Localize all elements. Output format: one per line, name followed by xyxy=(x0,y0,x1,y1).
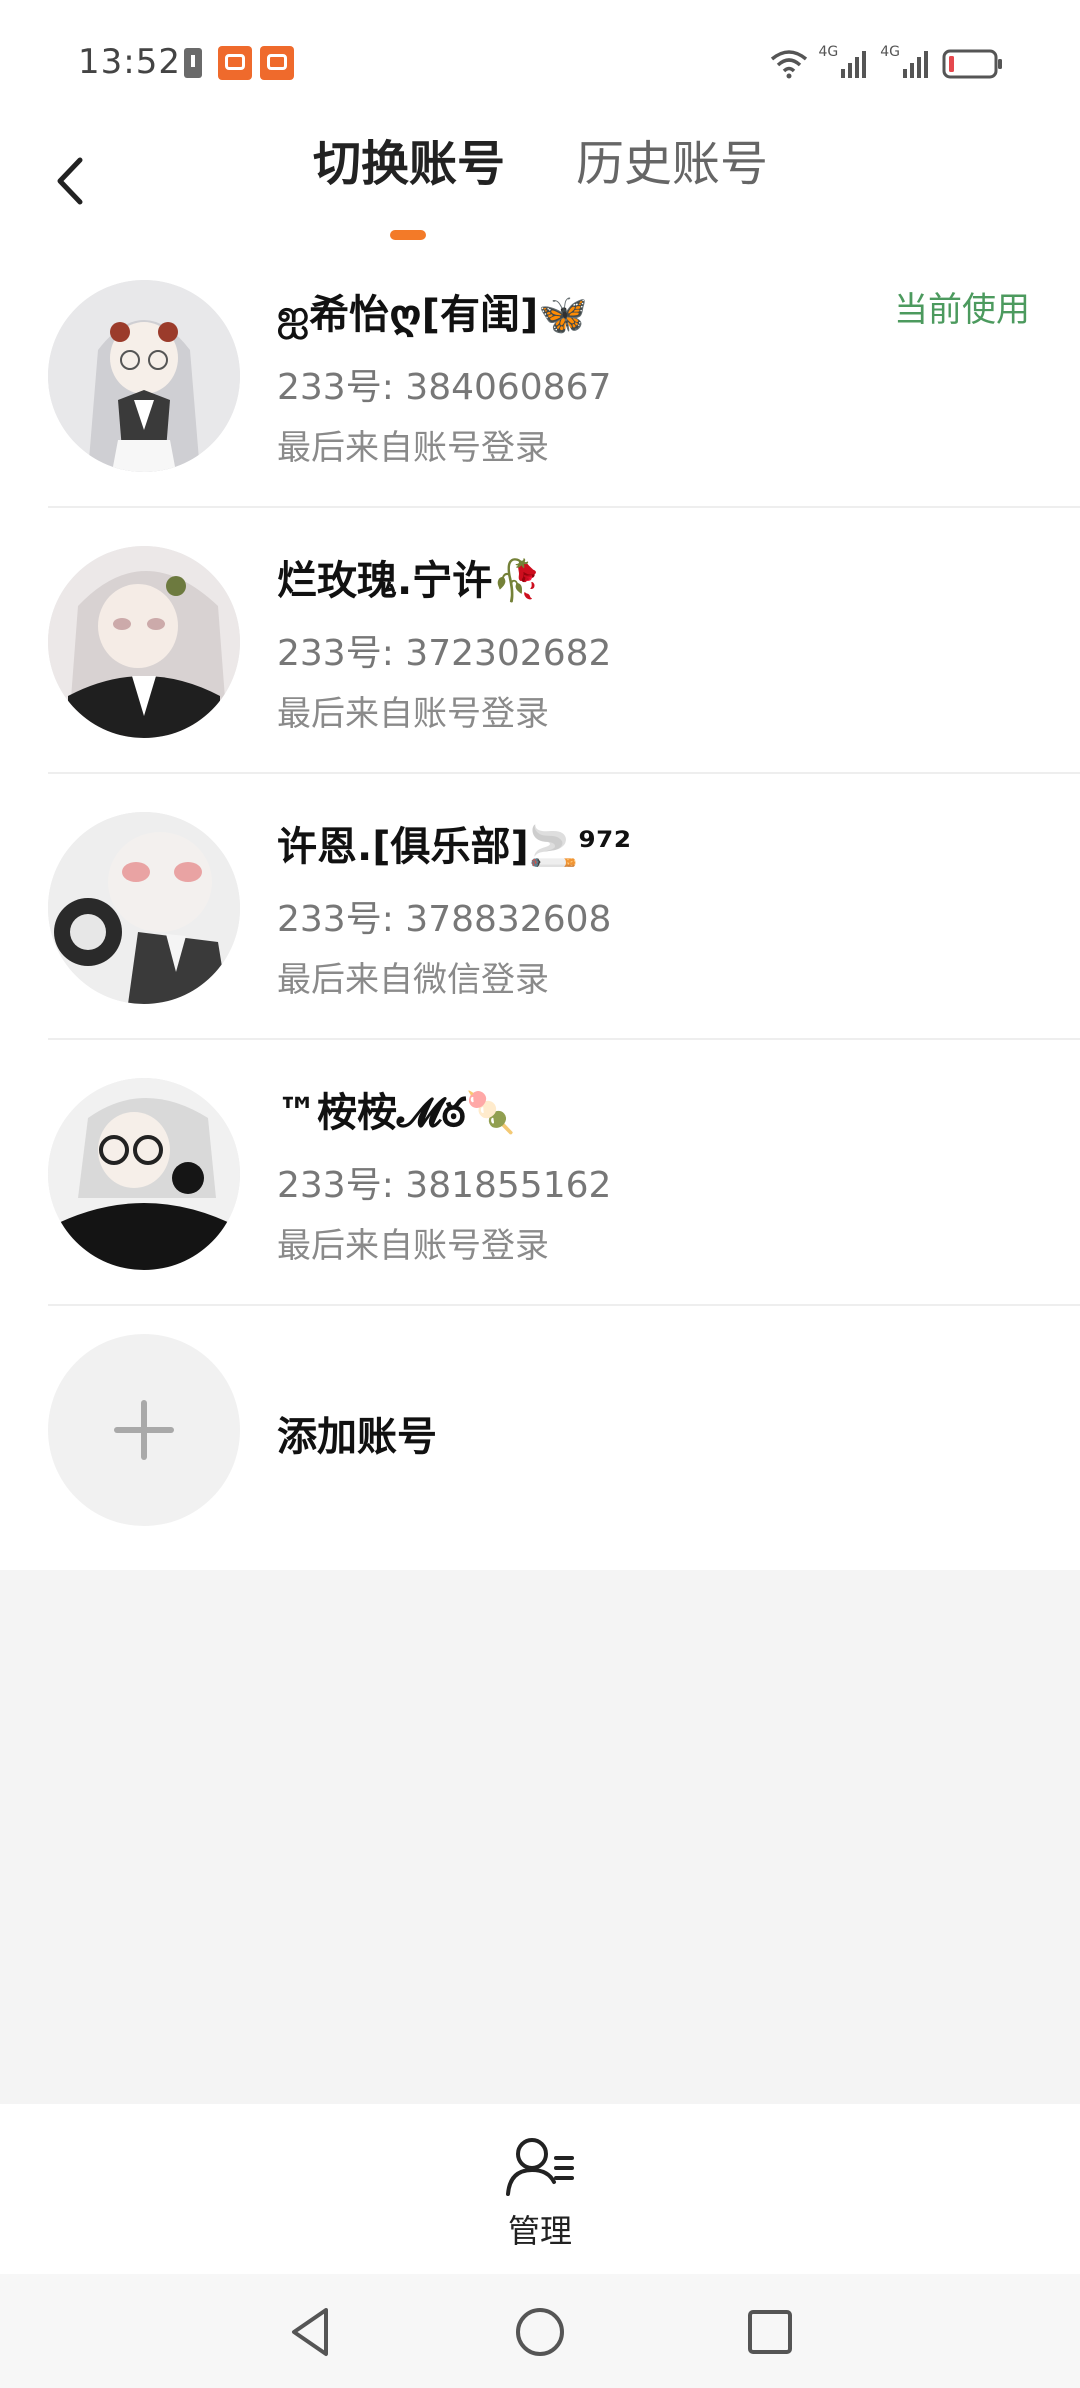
avatar xyxy=(48,280,240,472)
account-id: 233号: 381855162 xyxy=(277,1165,612,1206)
status-bar: 13:52 4G 4G xyxy=(0,0,1080,120)
network-type-1: 4G xyxy=(818,44,839,60)
signal-icon xyxy=(841,51,867,78)
back-button[interactable] xyxy=(44,146,104,216)
tab-switch-account[interactable]: 切换账号 xyxy=(313,140,505,188)
plus-icon xyxy=(48,1334,240,1526)
tab-history-account[interactable]: 历史账号 xyxy=(576,140,768,188)
add-account-button[interactable]: 添加账号 xyxy=(0,1306,1080,1570)
avatar xyxy=(48,546,240,738)
battery-alert-icon xyxy=(184,48,202,78)
account-name: ஐ希怡ღ[有闺]🦋 xyxy=(277,292,589,338)
login-source: 最后来自账号登录 xyxy=(277,694,549,734)
account-id: 233号: 378832608 xyxy=(277,899,612,940)
add-account-label: 添加账号 xyxy=(277,1414,437,1460)
status-time: 13:52 xyxy=(78,42,181,82)
account-name: 许恩.[俱乐部]🚬⁹⁷² xyxy=(277,824,632,870)
current-use-badge: 当前使用 xyxy=(894,290,1030,330)
account-list: ஐ希怡ღ[有闺]🦋 当前使用 233号: 384060867 最后来自账号登录 … xyxy=(0,242,1080,1570)
app-notification-icon xyxy=(218,46,252,80)
manage-button[interactable]: 管理 xyxy=(490,2134,590,2254)
square-recent-icon xyxy=(748,2310,792,2354)
app-notification-icon xyxy=(260,46,294,80)
battery-low-icon xyxy=(942,49,1002,79)
login-source: 最后来自账号登录 xyxy=(277,1226,549,1266)
account-item[interactable]: 许恩.[俱乐部]🚬⁹⁷² 233号: 378832608 最后来自微信登录 xyxy=(0,774,1080,1040)
account-id: 233号: 384060867 xyxy=(277,367,612,408)
signal-icon xyxy=(903,51,928,78)
account-id: 233号: 372302682 xyxy=(277,633,612,674)
nav-home-button[interactable] xyxy=(510,2302,570,2362)
chevron-left-icon xyxy=(57,157,83,205)
account-name: ™桉桉𝓜ఠ🍡 xyxy=(277,1090,516,1136)
login-source: 最后来自微信登录 xyxy=(277,960,549,1000)
avatar xyxy=(48,812,240,1004)
account-item[interactable]: ™桉桉𝓜ఠ🍡 233号: 381855162 最后来自账号登录 xyxy=(0,1040,1080,1306)
user-list-icon xyxy=(506,2138,574,2196)
account-item[interactable]: 烂玫瑰.宁许🥀 233号: 372302682 最后来自账号登录 xyxy=(0,508,1080,774)
system-nav-bar xyxy=(0,2274,1080,2388)
bottom-toolbar: 管理 xyxy=(0,2104,1080,2274)
wifi-icon xyxy=(771,50,808,79)
nav-recent-button[interactable] xyxy=(740,2302,800,2362)
status-icons: 4G 4G xyxy=(770,44,1004,84)
account-name: 烂玫瑰.宁许🥀 xyxy=(277,558,542,604)
tab-indicator xyxy=(390,230,426,240)
circle-home-icon xyxy=(516,2308,564,2356)
triangle-back-icon xyxy=(292,2308,328,2356)
nav-back-button[interactable] xyxy=(280,2302,340,2362)
manage-label: 管理 xyxy=(507,2212,572,2250)
account-item[interactable]: ஐ希怡ღ[有闺]🦋 当前使用 233号: 384060867 最后来自账号登录 xyxy=(0,242,1080,508)
network-type-2: 4G xyxy=(880,44,900,60)
login-source: 最后来自账号登录 xyxy=(277,428,549,468)
avatar xyxy=(48,1078,240,1270)
header: 切换账号 历史账号 xyxy=(0,120,1080,244)
